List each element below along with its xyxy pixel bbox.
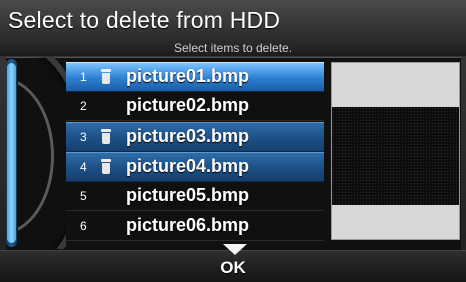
item-number: 1 (80, 70, 87, 84)
list-item-picture03[interactable]: 3 picture03.bmp (66, 122, 324, 152)
list-item-picture02[interactable]: 2 picture02.bmp (66, 92, 324, 121)
item-number: 4 (80, 160, 87, 174)
trash-icon (100, 159, 112, 175)
list-item-picture01[interactable]: 1 picture01.bmp (66, 62, 324, 92)
title-bar: Select to delete from HDD (0, 0, 466, 41)
item-number: 5 (80, 189, 87, 203)
item-number: 3 (80, 130, 87, 144)
scrollbar-thumb[interactable] (7, 63, 16, 243)
list-item-picture04[interactable]: 4 picture04.bmp (66, 152, 324, 182)
item-filename: picture02.bmp (126, 95, 250, 115)
ok-button[interactable]: OK (0, 258, 466, 278)
page-title: Select to delete from HDD (8, 7, 281, 33)
list-item-picture06[interactable]: 6 picture06.bmp (66, 212, 324, 241)
instruction-bar: Select items to delete. (0, 40, 466, 56)
preview-thumbnail (332, 107, 459, 205)
file-list: 1 picture01.bmp 2 picture02.bmp 3 pictur… (66, 62, 324, 242)
down-arrow-icon[interactable] (223, 244, 247, 255)
item-number: 2 (80, 99, 87, 113)
item-filename: picture05.bmp (126, 185, 250, 205)
image-preview (331, 62, 460, 240)
selector-dial-graphic (18, 57, 66, 249)
scrollbar[interactable] (6, 59, 17, 247)
row-divider (66, 120, 324, 121)
list-item-picture05[interactable]: 5 picture05.bmp (66, 182, 324, 211)
item-filename: picture06.bmp (126, 215, 250, 235)
row-divider (66, 240, 324, 241)
row-divider (66, 210, 324, 211)
screen: Select to delete from HDD Select items t… (0, 0, 466, 282)
item-number: 6 (80, 219, 87, 233)
instruction-text: Select items to delete. (173, 41, 293, 55)
item-filename: picture04.bmp (126, 156, 250, 176)
item-filename: picture03.bmp (126, 126, 250, 146)
item-filename: picture01.bmp (126, 66, 250, 86)
trash-icon (100, 69, 112, 85)
trash-icon (100, 129, 112, 145)
